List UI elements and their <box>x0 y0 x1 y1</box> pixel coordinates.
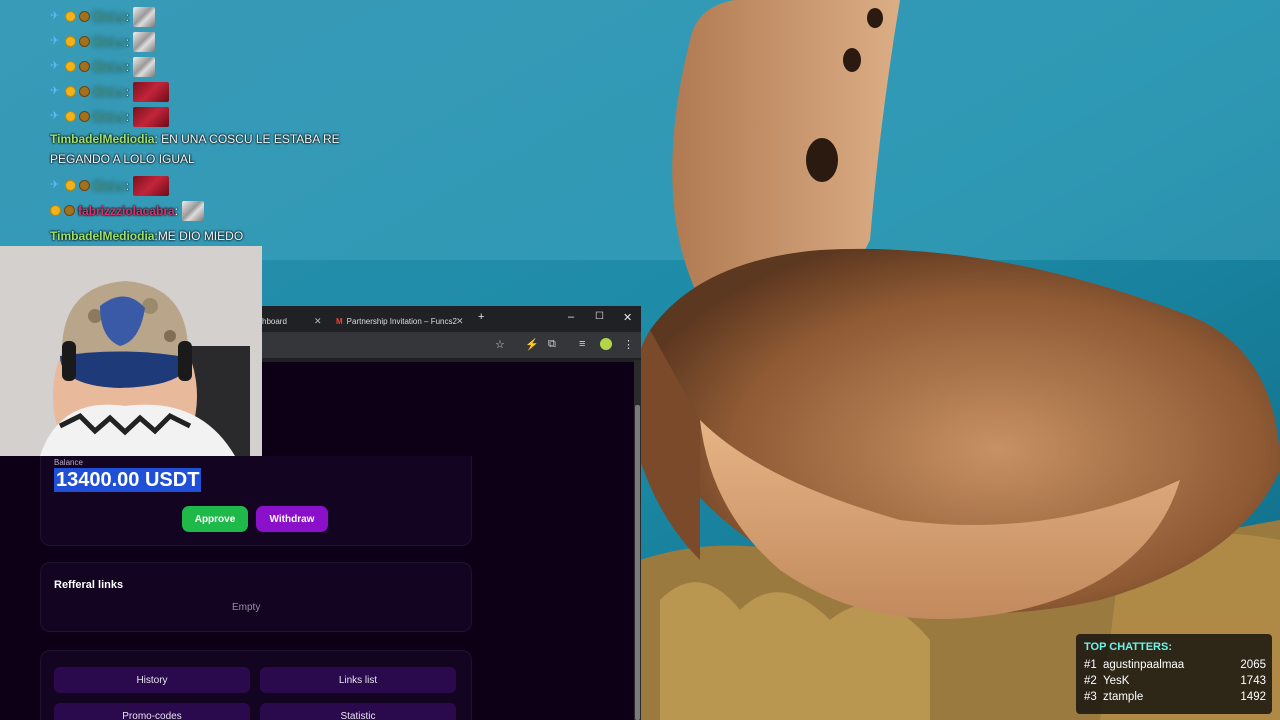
referral-links-title: Refferal links <box>54 579 124 591</box>
cookie-badge-icon <box>79 36 90 47</box>
new-tab-button[interactable]: + <box>478 311 484 323</box>
tab-close-icon[interactable]: ✕ <box>456 316 464 327</box>
chat-message: ✈ lBeLs: <box>50 173 350 198</box>
chatter-rank: #2 <box>1084 675 1097 687</box>
chatter-name: agustinpaalmaa <box>1103 659 1185 671</box>
menu-card: History Links list Promo-codes Statistic <box>40 650 472 720</box>
promo-codes-button[interactable]: Promo-codes <box>54 703 250 720</box>
chatter-rank: #3 <box>1084 691 1097 703</box>
stream-chat-overlay: ✈ lBeLs: ✈ lBeLs: ✈ lBeLs: ✈ lBeLs: ✈ lB… <box>50 4 350 248</box>
chat-username: lBeLs <box>93 109 126 124</box>
gmail-icon: M <box>336 316 343 326</box>
extensions-puzzle-icon[interactable]: ⧉ <box>548 338 556 351</box>
pin-badge-icon: ✈ <box>50 10 60 22</box>
tab-label: hboard <box>262 316 287 326</box>
chat-message: TimbadelMediodia: EN UNA COSCU LE ESTABA… <box>50 132 340 166</box>
chat-message: ✈ lBeLs: <box>50 54 350 79</box>
emote-icon <box>133 31 156 52</box>
chatter-name: ztample <box>1103 691 1144 703</box>
chatter-count: 1743 <box>1240 675 1266 687</box>
chatter-name: YesK <box>1103 675 1130 687</box>
cookie-badge-icon <box>79 111 90 122</box>
chat-message: ✈ lBeLs: <box>50 104 350 129</box>
emote-icon <box>182 200 205 221</box>
chat-username: fabrizzziolacabra <box>78 203 175 218</box>
emote-icon <box>133 81 170 102</box>
cookie-badge-icon <box>79 61 90 72</box>
pin-badge-icon: ✈ <box>50 60 60 72</box>
referral-empty-text: Empty <box>232 602 261 613</box>
emote-icon <box>133 175 170 196</box>
history-button[interactable]: History <box>54 667 250 693</box>
bookmark-star-icon[interactable]: ☆ <box>495 338 505 351</box>
maximize-button[interactable]: ☐ <box>595 311 604 322</box>
tab-strip: hboard ✕ M Partnership Invitation – Func… <box>262 306 641 332</box>
cookie-badge-icon <box>79 11 90 22</box>
top-chatter-row: #2 YesK 1743 <box>1084 675 1268 691</box>
chat-message: ✈ lBeLs: <box>50 29 350 54</box>
chat-message: TimbadelMediodia: ME DIO MIEDO <box>50 223 350 248</box>
tab-label: Partnership Invitation – Funcs2 <box>346 316 457 326</box>
dashboard-page-top <box>262 362 634 456</box>
top-chatters-panel: TOP CHATTERS: #1 agustinpaalmaa 2065 #2 … <box>1076 634 1272 714</box>
minimize-button[interactable]: – <box>568 311 574 323</box>
scrollbar-thumb[interactable] <box>635 405 640 720</box>
chat-message-text: ME DIO MIEDO <box>157 228 244 243</box>
sub-badge-icon <box>65 11 76 22</box>
sub-badge-icon <box>50 205 61 216</box>
chat-username: lBeLs <box>93 178 126 193</box>
sub-badge-icon <box>65 86 76 97</box>
cookie-badge-icon <box>64 205 75 216</box>
top-chatter-row: #1 agustinpaalmaa 2065 <box>1084 659 1268 675</box>
profile-avatar[interactable] <box>600 338 612 350</box>
statistic-button[interactable]: Statistic <box>260 703 456 720</box>
chat-message: fabrizzziolacabra: <box>50 198 350 223</box>
chatter-rank: #1 <box>1084 659 1097 671</box>
tab-dashboard[interactable]: hboard ✕ <box>262 312 324 330</box>
sub-badge-icon <box>65 111 76 122</box>
cookie-badge-icon <box>79 86 90 97</box>
chatter-count: 2065 <box>1240 659 1266 671</box>
chat-message: ✈ lBeLs: <box>50 79 350 104</box>
chat-username: lBeLs <box>93 59 126 74</box>
media-control-icon[interactable]: ≡ <box>579 338 585 350</box>
sub-badge-icon <box>65 36 76 47</box>
referral-card <box>40 562 472 632</box>
chat-username: TimbadelMediodia <box>50 228 155 243</box>
links-list-button[interactable]: Links list <box>260 667 456 693</box>
webcam-feed <box>0 246 262 456</box>
chat-username: lBeLs <box>93 34 126 49</box>
balance-value: 13400.00 USDT <box>54 468 202 492</box>
chat-username: TimbadelMediodia <box>50 132 155 146</box>
browser-menu-icon[interactable]: ⋮ <box>623 338 634 351</box>
tab-partnership-invitation[interactable]: M Partnership Invitation – Funcs2 ✕ <box>336 312 466 330</box>
sub-badge-icon <box>65 180 76 191</box>
pin-badge-icon: ✈ <box>50 179 60 191</box>
tab-close-icon[interactable]: ✕ <box>314 316 322 327</box>
extension-icon[interactable]: ⚡ <box>525 338 539 351</box>
top-chatter-row: #3 ztample 1492 <box>1084 691 1268 707</box>
close-window-button[interactable]: ✕ <box>623 311 632 324</box>
cookie-badge-icon <box>79 180 90 191</box>
sub-badge-icon <box>65 61 76 72</box>
top-chatters-title: TOP CHATTERS: <box>1084 641 1173 653</box>
withdraw-button[interactable]: Withdraw <box>256 506 328 532</box>
pin-badge-icon: ✈ <box>50 85 60 97</box>
balance-label: Balance <box>54 458 83 467</box>
emote-icon <box>133 6 156 27</box>
pin-badge-icon: ✈ <box>50 110 60 122</box>
chat-username: lBeLs <box>93 84 126 99</box>
approve-button[interactable]: Approve <box>182 506 248 532</box>
browser-toolbar: ☆ ⚡ ⧉ ≡ ⋮ <box>262 332 641 358</box>
chat-message: ✈ lBeLs: <box>50 4 350 29</box>
emote-icon <box>133 56 156 77</box>
chat-username: lBeLs <box>93 9 126 24</box>
emote-icon <box>133 106 170 127</box>
pin-badge-icon: ✈ <box>50 35 60 47</box>
chatter-count: 1492 <box>1240 691 1266 703</box>
